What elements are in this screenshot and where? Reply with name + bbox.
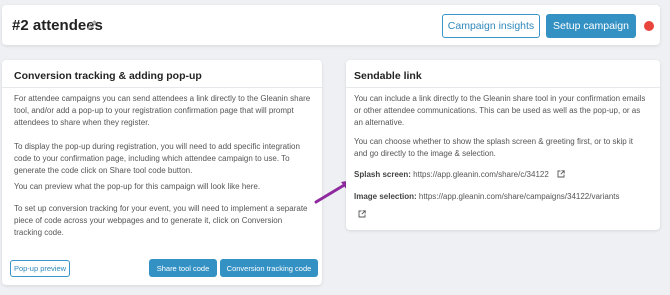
paragraph-preview: You can preview what the pop-up for this… bbox=[14, 182, 261, 191]
image-selection-label: Image selection: bbox=[354, 192, 417, 201]
pencil-icon[interactable] bbox=[86, 18, 98, 30]
splash-screen-label: Splash screen: bbox=[354, 170, 411, 179]
conversion-tracking-code-button[interactable]: Conversion tracking code bbox=[220, 259, 318, 277]
share-tool-code-button[interactable]: Share tool code bbox=[149, 259, 217, 277]
setup-campaign-button[interactable]: Setup campaign bbox=[546, 14, 636, 38]
external-link-icon[interactable] bbox=[557, 170, 565, 178]
sendable-link-title: Sendable link bbox=[354, 70, 422, 82]
paragraph-conversion-tracking: To set up conversion tracking for your e… bbox=[14, 204, 308, 238]
paragraph-splash-choice: You can choose whether to show the splas… bbox=[354, 137, 633, 159]
paragraph-intro: For attendee campaigns you can send atte… bbox=[14, 94, 311, 128]
popup-preview-button[interactable]: Pop-up preview bbox=[10, 260, 70, 277]
external-link-icon[interactable] bbox=[358, 205, 366, 218]
image-selection-url[interactable]: https://app.gleanin.com/share/campaigns/… bbox=[419, 192, 620, 201]
campaign-insights-button[interactable]: Campaign insights bbox=[442, 14, 540, 38]
paragraph-popup-setup: To display the pop-up during registratio… bbox=[14, 142, 300, 176]
splash-screen-row: Splash screen: https://app.gleanin.com/s… bbox=[354, 170, 565, 179]
image-selection-row: Image selection: https://app.gleanin.com… bbox=[354, 192, 620, 201]
status-indicator bbox=[644, 21, 654, 31]
sendable-link-card: Sendable link You can include a link dir… bbox=[346, 60, 660, 230]
card-divider bbox=[346, 87, 660, 88]
card-divider bbox=[2, 87, 322, 88]
conversion-tracking-title: Conversion tracking & adding pop-up bbox=[14, 70, 202, 82]
campaign-header: #2 attendees Campaign insights Setup cam… bbox=[2, 5, 660, 45]
conversion-tracking-card: Conversion tracking & adding pop-up For … bbox=[2, 60, 322, 285]
splash-screen-url[interactable]: https://app.gleanin.com/share/c/34122 bbox=[413, 170, 549, 179]
paragraph-sendable-intro: You can include a link directly to the G… bbox=[354, 94, 646, 128]
